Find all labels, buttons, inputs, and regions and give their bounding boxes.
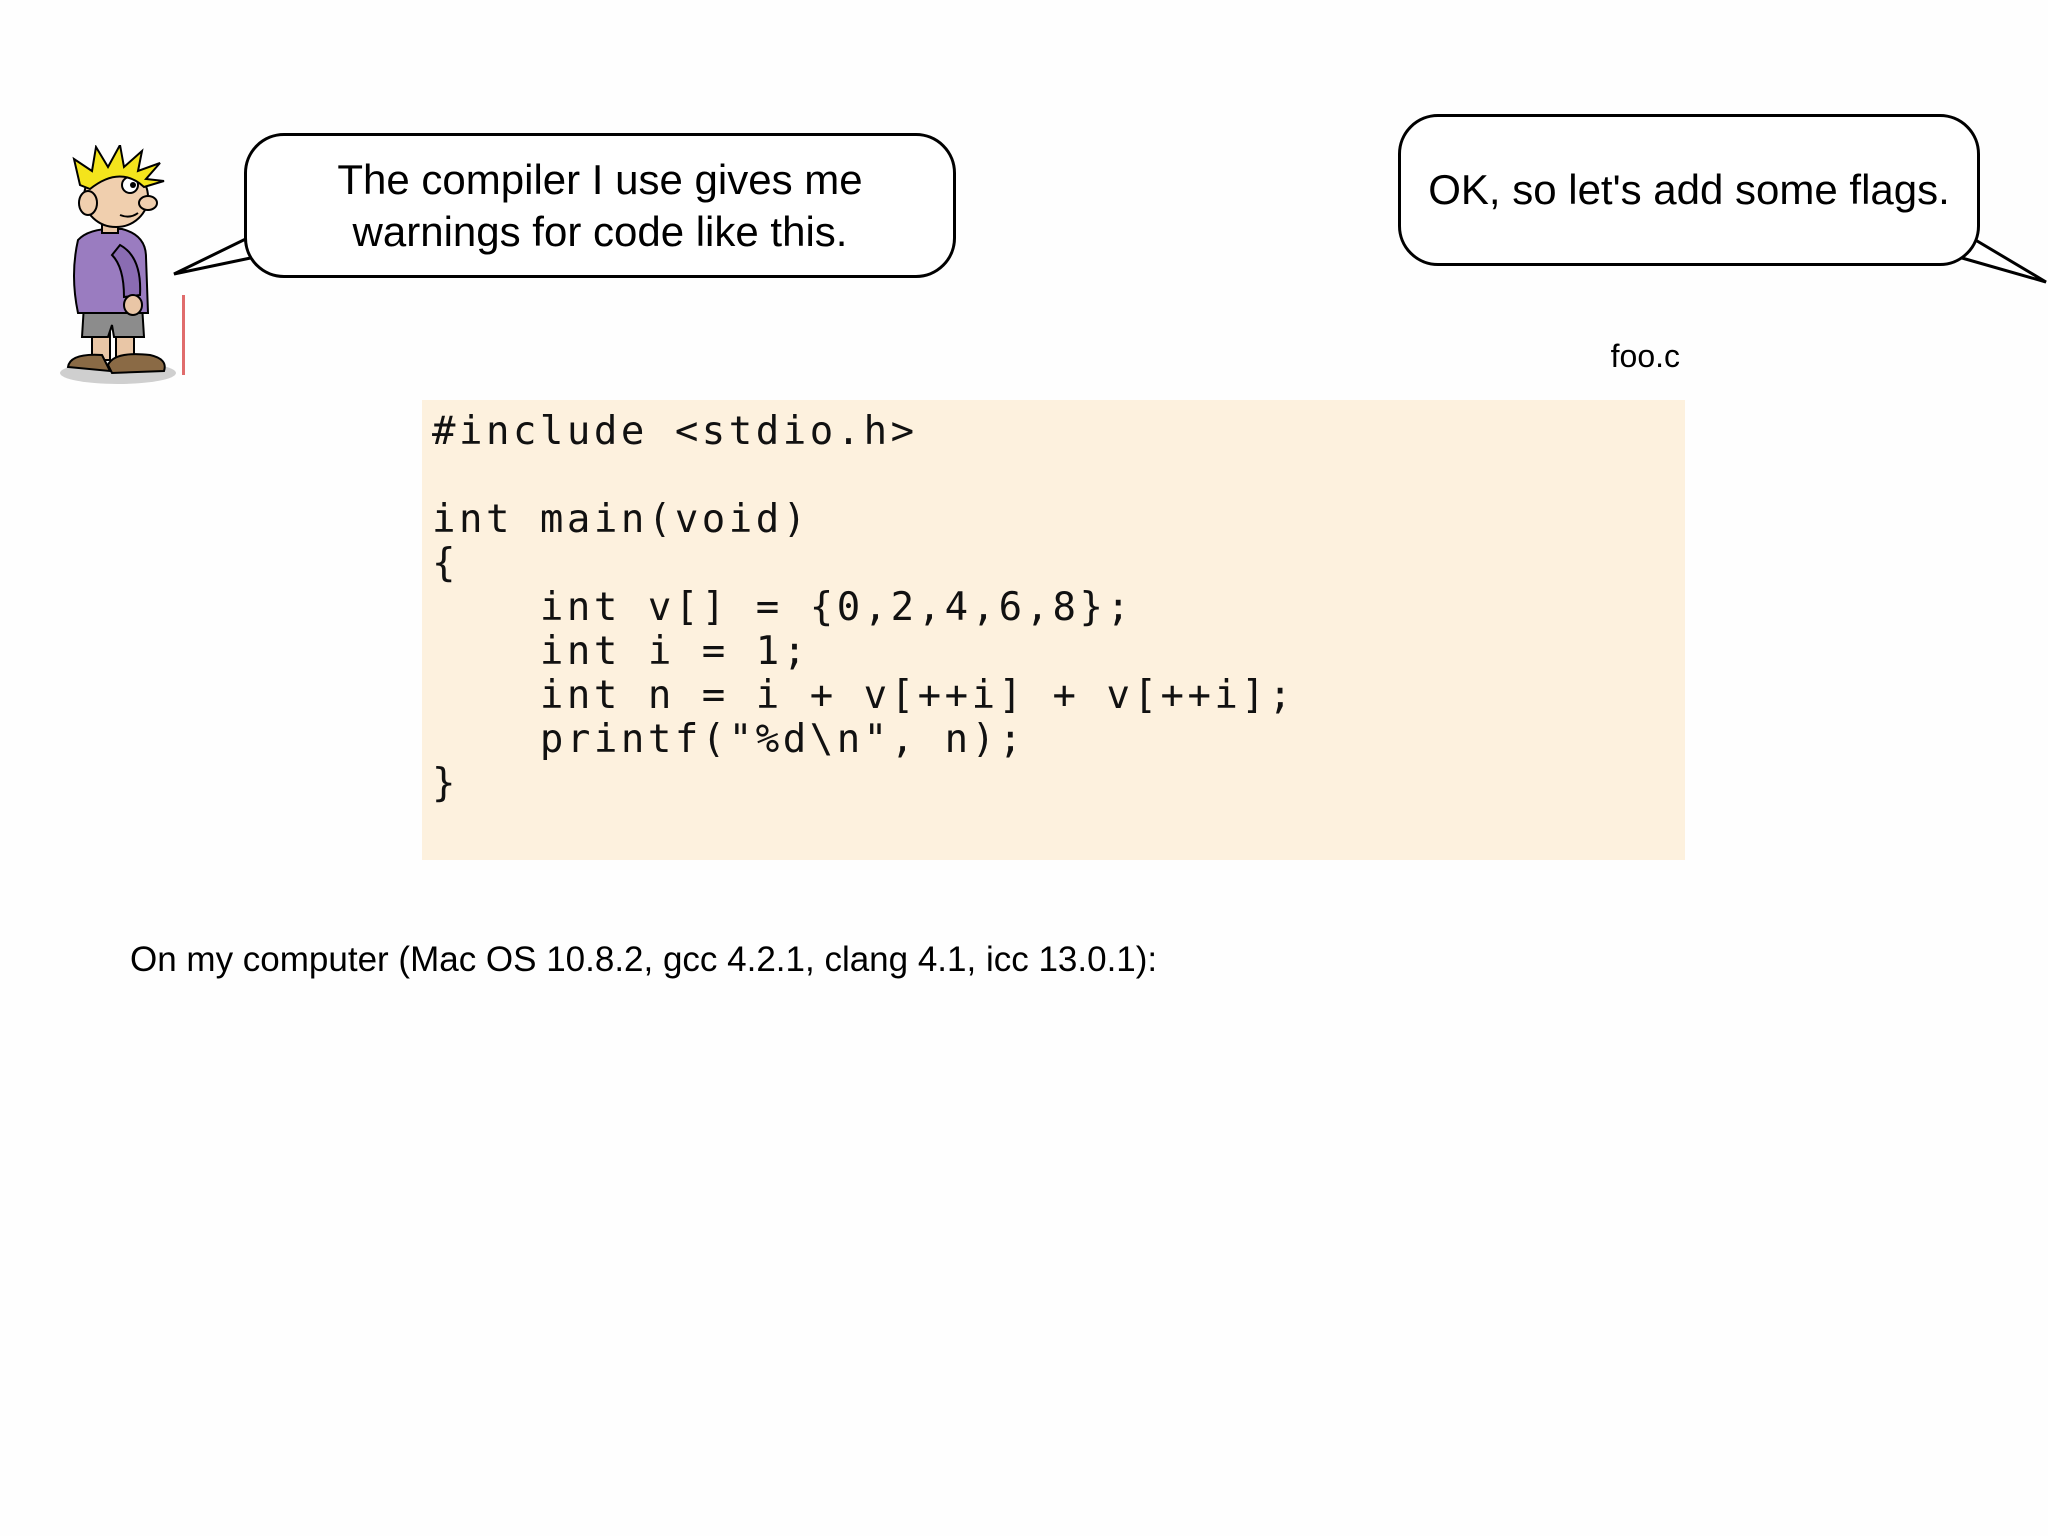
code-line: {	[432, 541, 459, 586]
code-line: int i = 1;	[432, 629, 810, 674]
file-name-label: foo.c	[1610, 338, 1680, 374]
code-block: #include <stdio.h> int main(void) { int …	[422, 400, 1685, 860]
speech-bubble-right-text: OK, so let's add some flags.	[1428, 166, 1950, 213]
speech-bubble-right: OK, so let's add some flags.	[1398, 114, 1980, 266]
speech-bubble-left: The compiler I use gives me warnings for…	[244, 133, 956, 278]
environment-caption: On my computer (Mac OS 10.8.2, gcc 4.2.1…	[130, 940, 1158, 979]
speech-left-line-1: The compiler I use gives me	[337, 155, 863, 203]
speech-bubble-left-text: The compiler I use gives me warnings for…	[337, 154, 862, 258]
code-line: int v[] = {0,2,4,6,8};	[432, 585, 1134, 630]
code-line: int main(void)	[432, 497, 810, 542]
code-line: }	[432, 761, 459, 806]
code-line: printf("%d\n", n);	[432, 717, 1026, 762]
speech-left-line-2: warnings for code like this.	[352, 207, 848, 255]
code-line: int n = i + v[++i] + v[++i];	[432, 673, 1296, 718]
code-line: #include <stdio.h>	[432, 409, 918, 454]
